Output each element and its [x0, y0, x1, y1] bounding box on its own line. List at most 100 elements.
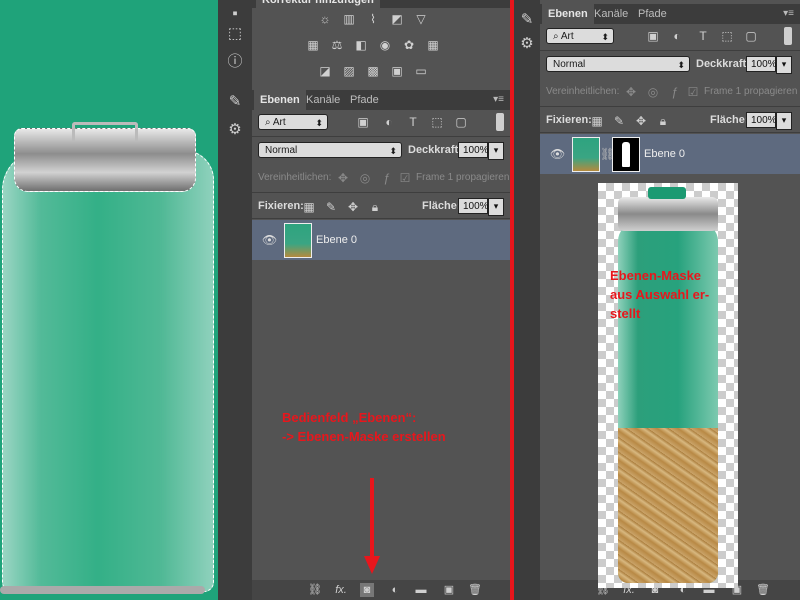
adjustment-layer-icon[interactable]: ◐: [388, 583, 402, 597]
annotation-line2: -> Ebenen-Maske erstellen: [282, 429, 446, 444]
lock-all-icon[interactable]: 🔒︎: [368, 200, 382, 214]
tool-icon[interactable]: ▪: [225, 4, 245, 24]
filter-shape-icon[interactable]: ⬚: [720, 29, 734, 43]
exposure-icon[interactable]: ◩: [390, 12, 404, 26]
filter-adjust-icon[interactable]: ◐: [670, 29, 684, 43]
layer-row-ebene0[interactable]: 👁︎ Ebene 0: [252, 220, 510, 260]
lock-all-icon[interactable]: 🔒︎: [656, 114, 670, 128]
propagate-label: Frame 1 propagieren: [704, 86, 798, 97]
gradient-map-icon[interactable]: ▭: [414, 64, 428, 78]
brush-icon[interactable]: ✎: [225, 92, 245, 112]
filter-toggle[interactable]: [784, 27, 792, 45]
jar-handle: [72, 122, 138, 141]
canvas-left[interactable]: [0, 0, 218, 600]
selective-color-icon[interactable]: ▣: [390, 64, 404, 78]
filter-toggle[interactable]: [496, 113, 504, 131]
panel-menu-icon[interactable]: ▾≡: [493, 94, 504, 105]
hue-icon[interactable]: ▦: [306, 38, 320, 52]
link-icon[interactable]: ⛓: [308, 583, 322, 597]
lock-transparency-icon[interactable]: ▦: [590, 114, 604, 128]
filter-adjust-icon[interactable]: ◐: [382, 115, 396, 129]
layer-thumbnail[interactable]: [284, 223, 312, 258]
separator: [540, 50, 800, 51]
fill-label: Fläche:: [710, 114, 749, 126]
levels-icon[interactable]: ▥: [342, 12, 356, 26]
unify-visibility-icon[interactable]: ◎: [358, 171, 372, 185]
unify-position-icon[interactable]: ✥: [624, 85, 638, 99]
layer-thumbnail[interactable]: [572, 137, 600, 172]
brightness-icon[interactable]: ☼: [318, 12, 332, 26]
curves-icon[interactable]: ⌇: [366, 12, 380, 26]
filter-shape-icon[interactable]: ⬚: [430, 115, 444, 129]
lock-move-icon[interactable]: ✥: [634, 114, 648, 128]
blend-mode-value: Normal: [553, 59, 586, 70]
opacity-label: Deckkraft:: [696, 58, 750, 70]
3d-cube-icon[interactable]: ⬚: [225, 24, 245, 44]
fx-icon[interactable]: fx.: [334, 583, 348, 597]
fill-field[interactable]: 100% ▾: [458, 198, 504, 216]
layer-mask-thumbnail[interactable]: [612, 137, 640, 172]
filter-value: Art: [560, 31, 574, 42]
lock-paint-icon[interactable]: ✎: [612, 114, 626, 128]
trash-icon[interactable]: 🗑︎: [468, 583, 482, 597]
group-folder-icon[interactable]: ▬: [414, 583, 428, 597]
sliders-icon[interactable]: ⚙: [225, 120, 245, 140]
photo-filter-icon[interactable]: ◉: [378, 38, 392, 52]
color-balance-icon[interactable]: ⚖: [330, 38, 344, 52]
filter-smart-icon[interactable]: ▢: [454, 115, 468, 129]
lock-move-icon[interactable]: ✥: [346, 200, 360, 214]
horizontal-scrollbar[interactable]: [0, 586, 205, 594]
panel-menu-icon[interactable]: ▾≡: [783, 8, 794, 19]
visibility-eye-icon[interactable]: 👁︎: [262, 233, 277, 247]
unify-visibility-icon[interactable]: ◎: [646, 85, 660, 99]
tab-kanaele[interactable]: Kanäle: [588, 4, 634, 24]
vibrance-icon[interactable]: ▽: [414, 12, 428, 26]
propagate-checkbox[interactable]: ☑: [398, 171, 412, 185]
layer-row-ebene0[interactable]: 👁︎ ⛓ Ebene 0: [540, 134, 800, 174]
filter-pixel-icon[interactable]: ▣: [356, 115, 370, 129]
tab-pfade[interactable]: Pfade: [632, 4, 673, 24]
separator: [252, 192, 510, 193]
bw-icon[interactable]: ◧: [354, 38, 368, 52]
blend-mode-dropdown[interactable]: Normal ⬍: [546, 56, 690, 72]
filter-text-icon[interactable]: T: [696, 29, 710, 43]
brush-icon[interactable]: ✎: [517, 10, 537, 30]
opacity-value: 100%: [751, 59, 777, 70]
new-layer-icon[interactable]: ▣: [442, 583, 456, 597]
filter-pixel-icon[interactable]: ▣: [646, 29, 660, 43]
tab-pfade[interactable]: Pfade: [344, 90, 385, 110]
unify-style-icon[interactable]: ƒ: [668, 85, 682, 99]
threshold-icon[interactable]: ▩: [366, 64, 380, 78]
filter-dropdown[interactable]: ⌕ Art ⬍: [258, 114, 328, 130]
tab-kanaele[interactable]: Kanäle: [300, 90, 346, 110]
channel-mixer-icon[interactable]: ✿: [402, 38, 416, 52]
lock-transparency-icon[interactable]: ▦: [302, 200, 316, 214]
opacity-field[interactable]: 100% ▾: [746, 56, 792, 74]
arrow-down-icon: [364, 478, 380, 574]
unify-position-icon[interactable]: ✥: [336, 171, 350, 185]
annotation-line1: Ebenen-Maske: [610, 268, 702, 283]
propagate-checkbox[interactable]: ☑: [686, 85, 700, 99]
trash-icon[interactable]: 🗑︎: [756, 583, 770, 597]
color-lookup-icon[interactable]: ▦: [426, 38, 440, 52]
filter-dropdown[interactable]: ⌕ Art ⬍: [546, 28, 614, 44]
opacity-field[interactable]: 100% ▾: [458, 142, 504, 160]
lock-paint-icon[interactable]: ✎: [324, 200, 338, 214]
tab-ebenen[interactable]: Ebenen: [542, 4, 594, 24]
fill-field[interactable]: 100% ▾: [746, 112, 792, 130]
blend-mode-dropdown[interactable]: Normal ⬍: [258, 142, 402, 158]
tool-strip-left: ▪ ⬚ ⓘ ✎ ⚙: [218, 0, 252, 600]
filter-text-icon[interactable]: T: [406, 115, 420, 129]
visibility-eye-icon[interactable]: 👁︎: [550, 147, 565, 161]
info-icon[interactable]: ⓘ: [225, 52, 245, 72]
blend-mode-value: Normal: [265, 145, 298, 156]
annotation-right: Ebenen-Maske aus Auswahl er- stellt: [610, 266, 709, 323]
sliders-icon[interactable]: ⚙: [517, 34, 537, 54]
unify-style-icon[interactable]: ƒ: [380, 171, 394, 185]
posterize-icon[interactable]: ▨: [342, 64, 356, 78]
annotation-line2: aus Auswahl er-: [610, 287, 710, 302]
invert-icon[interactable]: ◪: [318, 64, 332, 78]
filter-smart-icon[interactable]: ▢: [744, 29, 758, 43]
add-mask-icon[interactable]: ◙: [360, 583, 374, 597]
tab-ebenen[interactable]: Ebenen: [254, 90, 306, 110]
